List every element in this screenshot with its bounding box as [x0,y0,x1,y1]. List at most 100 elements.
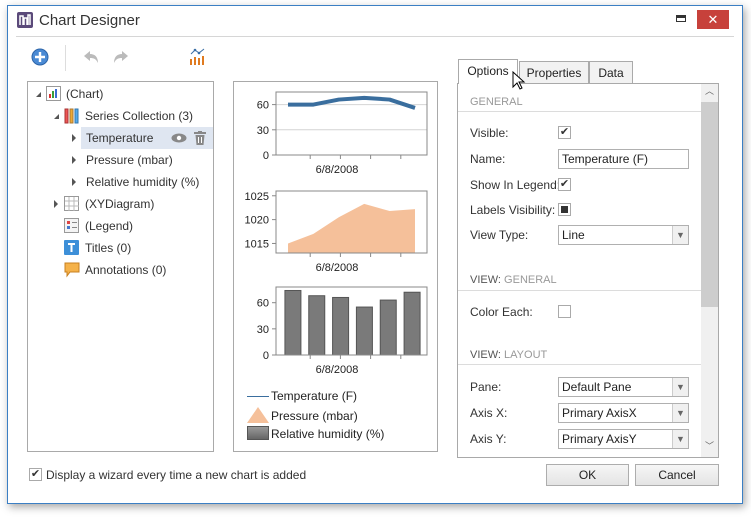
tree-item-chart[interactable]: (Chart) [28,83,213,105]
mouse-cursor-icon [512,71,526,90]
plot-frame [275,91,428,156]
annotation-icon [64,262,80,278]
expand-arrow-icon[interactable] [72,134,76,142]
trash-icon[interactable] [194,131,206,145]
view-layout-title: LAYOUT [504,349,548,361]
add-icon[interactable] [31,48,49,66]
name-label: Name: [470,152,506,166]
tree-item-series-temperature[interactable]: Temperature [72,127,213,149]
collapse-arrow-icon[interactable] [54,114,59,119]
axis-x-label: Axis X: [470,406,508,420]
view-type-label: View Type: [470,228,529,242]
chart-designer-window: Chart Designer ✕ (Chart) Series Collecti… [7,5,743,504]
scroll-up-icon[interactable]: ︿ [701,84,718,100]
dialog-body: (Chart) Series Collection (3) Temperatur… [16,36,734,498]
tree-item-series-humidity[interactable]: Relative humidity (%) [28,171,213,193]
legend-area-marker [247,407,269,423]
chevron-down-icon[interactable]: ▼ [672,226,688,244]
y-tick-label: 30 [257,125,269,137]
humidity-bar [308,295,326,356]
humidity-bar [284,289,302,356]
visible-checkbox[interactable]: ✔ [558,126,571,139]
chart-preview: 0 30 60 6/8/2008 1015 1020 1025 6/8/2008 0 30 60 6/… [233,81,438,452]
divider [458,290,701,291]
chevron-down-icon[interactable]: ▼ [672,378,688,396]
view-type-value: Line [562,228,585,242]
tab-options[interactable]: Options [458,59,518,84]
scrollbar-thumb[interactable] [701,102,718,307]
undo-icon[interactable] [82,50,100,64]
color-each-label: Color Each: [470,305,533,319]
series-collection-icon [64,108,79,124]
legend-bar-marker [247,426,269,440]
preview-legend: Temperature (F) Pressure (mbar) Relative… [247,388,427,442]
x-axis-label: 6/8/2008 [316,164,359,176]
view-prefix: VIEW: [470,349,501,361]
axis-y-dropdown[interactable]: Primary AxisY ▼ [558,429,689,449]
pressure-area [288,203,415,253]
chart-wizard-icon[interactable] [189,47,207,65]
axis-y-label: Axis Y: [470,432,507,446]
legend-item-temperature: Temperature (F) [247,388,427,406]
ok-button[interactable]: OK [546,464,629,486]
axis-x-value: Primary AxisX [562,406,637,420]
tree-item-diagram[interactable]: (XYDiagram) [28,193,213,215]
y-tick-label: 30 [257,324,269,336]
expand-arrow-icon[interactable] [72,178,76,186]
tab-data[interactable]: Data [589,61,633,84]
close-button[interactable]: ✕ [697,10,729,29]
tree-item-legend[interactable]: (Legend) [28,215,213,237]
scroll-down-icon[interactable]: ﹀ [701,439,718,455]
y-tick-label: 0 [263,150,269,162]
chevron-down-icon[interactable]: ▼ [672,430,688,448]
diagram-grid-icon [64,196,79,211]
titles-icon [64,240,79,255]
y-tick-label: 60 [257,100,269,112]
tab-properties[interactable]: Properties [519,61,589,84]
humidity-bar [403,291,421,356]
name-input[interactable]: Temperature (F) [558,149,689,169]
tree-item-series-collection[interactable]: Series Collection (3) [28,105,213,127]
humidity-bar [332,296,350,356]
section-view-layout: VIEW: LAYOUT [470,349,547,361]
labels-visibility-label: Labels Visibility: [470,203,556,217]
view-general-title: GENERAL [504,274,557,286]
visible-label: Visible: [470,126,509,140]
view-type-dropdown[interactable]: Line ▼ [558,225,689,245]
cancel-button[interactable]: Cancel [635,464,719,486]
redo-icon[interactable] [112,50,130,64]
show-in-legend-label: Show In Legend: [470,178,561,192]
pane-label: Pane: [470,380,502,394]
tree-item-series-pressure[interactable]: Pressure (mbar) [28,149,213,171]
tree-item-titles[interactable]: Titles (0) [28,237,213,259]
chart-structure-tree: (Chart) Series Collection (3) Temperatur… [27,81,214,452]
axis-x-dropdown[interactable]: Primary AxisX ▼ [558,403,689,423]
chart-icon [46,86,61,101]
labels-visibility-checkbox[interactable] [558,203,571,216]
axis-y-value: Primary AxisY [562,432,637,446]
wizard-checkbox[interactable]: ✔ [29,468,42,481]
show-in-legend-checkbox[interactable]: ✔ [558,178,571,191]
toolbar-separator [65,45,66,71]
y-tick-label: 1025 [245,191,269,203]
section-view-general: VIEW: GENERAL [470,274,557,286]
eye-icon[interactable] [171,133,187,143]
tree-item-annotations[interactable]: Annotations (0) [28,259,213,281]
chevron-down-icon[interactable]: ▼ [672,404,688,422]
expand-arrow-icon[interactable] [54,200,58,208]
maximize-button[interactable] [676,15,686,22]
window-title: Chart Designer [39,12,140,29]
legend-item-pressure: Pressure (mbar) [247,406,427,424]
divider [458,364,701,365]
divider [458,111,701,112]
pane-value: Default Pane [562,380,632,394]
options-panel: ︿ ﹀ GENERAL Visible: ✔ Name: Temperature… [457,83,719,458]
section-general: GENERAL [470,96,523,108]
wizard-checkbox-label[interactable]: Display a wizard every time a new chart … [46,468,306,482]
scrollbar[interactable]: ︿ ﹀ [701,84,718,457]
collapse-arrow-icon[interactable] [36,92,41,97]
color-each-checkbox[interactable] [558,305,571,318]
pane-dropdown[interactable]: Default Pane ▼ [558,377,689,397]
x-axis-label: 6/8/2008 [316,364,359,376]
expand-arrow-icon[interactable] [72,156,76,164]
